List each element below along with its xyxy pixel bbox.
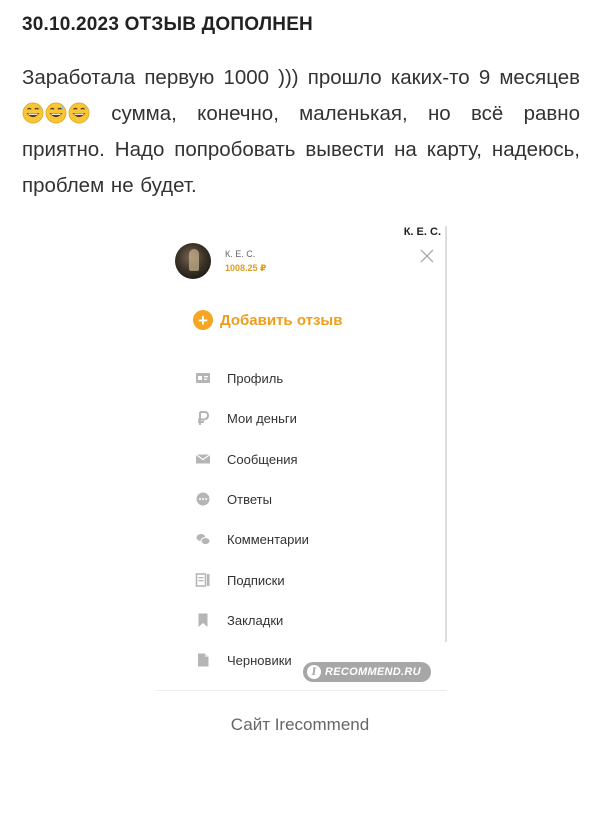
- menu-item-label: Сообщения: [227, 451, 298, 467]
- menu-item-label: Комментарии: [227, 531, 309, 547]
- close-icon[interactable]: [419, 248, 435, 264]
- screenshot-divider: [155, 690, 447, 691]
- watermark-badge: I: [307, 665, 321, 679]
- add-review-button[interactable]: + Добавить отзыв: [193, 310, 342, 330]
- menu-item-money[interactable]: Мои деньги: [195, 410, 297, 426]
- embedded-menu-screenshot: К. Е. С. К. Е. С. 1008.25 ₽ + Добавить о…: [155, 226, 447, 692]
- menu-item-drafts[interactable]: Черновики: [195, 652, 292, 668]
- grinning-sweat-face-icon: [68, 102, 90, 124]
- menu-item-label: Мои деньги: [227, 410, 297, 426]
- review-text-part1: Заработала первую 1000 ))) прошло каких-…: [22, 66, 580, 89]
- user-name: К. Е. С.: [225, 249, 256, 259]
- menu-item-subscriptions[interactable]: Подписки: [195, 572, 285, 588]
- review-text: Заработала первую 1000 ))) прошло каких-…: [22, 60, 580, 204]
- subscriptions-icon: [195, 573, 210, 587]
- chat-bubble-icon: [196, 492, 210, 506]
- grinning-sweat-face-icon: [22, 102, 44, 124]
- menu-item-label: Ответы: [227, 491, 272, 507]
- menu-item-messages[interactable]: Сообщения: [195, 451, 298, 467]
- corner-username: К. Е. С.: [403, 226, 441, 238]
- watermark-text: RECOMMEND.RU: [325, 666, 421, 678]
- menu-item-label: Черновики: [227, 652, 292, 668]
- grinning-sweat-face-icon: [45, 102, 67, 124]
- review-text-part2: сумма, конечно, маленькая, но всё равно …: [22, 102, 580, 197]
- envelope-icon: [195, 454, 211, 464]
- profile-card-icon: [196, 373, 210, 383]
- draft-document-icon: [198, 653, 209, 667]
- irecommend-watermark: I RECOMMEND.RU: [303, 662, 431, 682]
- user-balance: 1008.25 ₽: [225, 263, 267, 273]
- menu-item-label: Закладки: [227, 612, 284, 628]
- screenshot-divider: [445, 226, 447, 642]
- update-date-title: 30.10.2023 ОТЗЫВ ДОПОЛНЕН: [22, 14, 313, 35]
- emoji-group: [22, 102, 91, 125]
- add-review-label: Добавить отзыв: [220, 311, 343, 329]
- menu-item-profile[interactable]: Профиль: [195, 370, 283, 386]
- menu-item-comments[interactable]: Комментарии: [195, 531, 309, 547]
- bookmark-icon: [198, 613, 208, 627]
- image-caption: Сайт Irecommend: [230, 715, 370, 734]
- plus-icon: +: [193, 310, 213, 330]
- menu-item-label: Профиль: [227, 370, 284, 386]
- ruble-icon: [198, 411, 210, 425]
- menu-item-bookmarks[interactable]: Закладки: [195, 612, 283, 628]
- avatar[interactable]: [175, 243, 211, 279]
- menu-item-label: Подписки: [227, 572, 285, 588]
- comments-icon: [196, 534, 211, 545]
- menu-item-answers[interactable]: Ответы: [195, 491, 272, 507]
